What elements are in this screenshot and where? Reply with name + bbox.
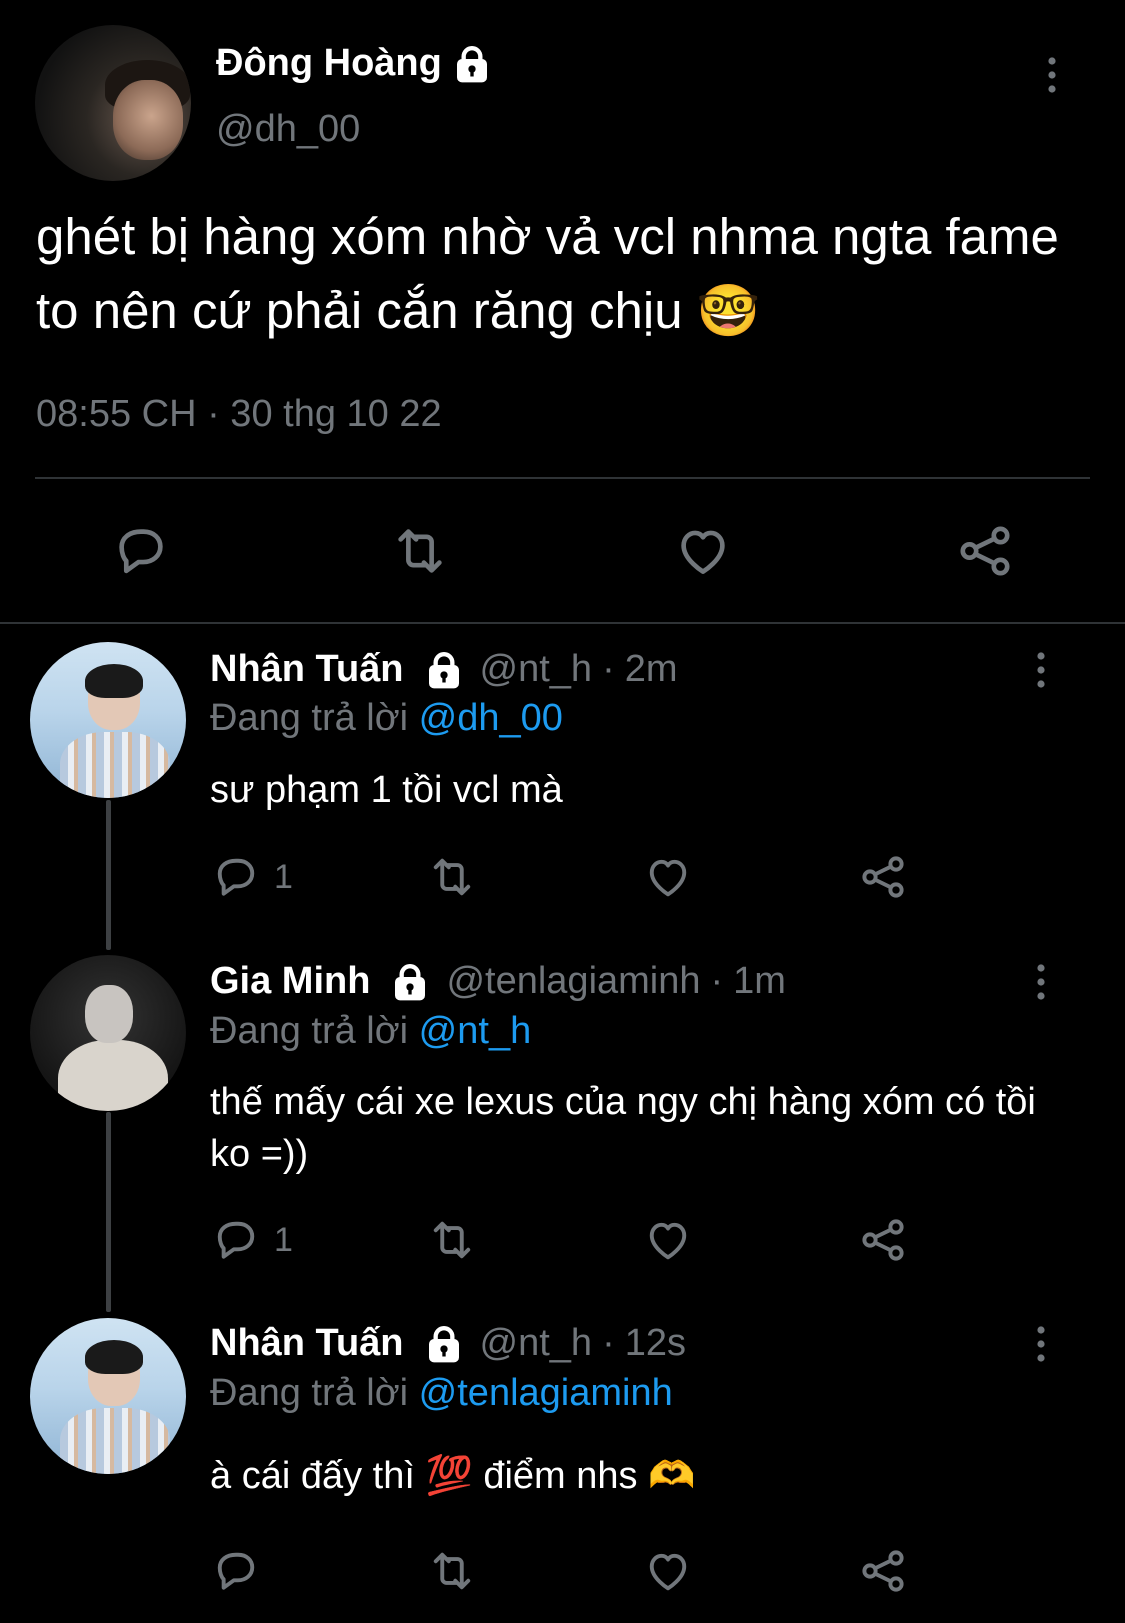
replying-to-link[interactable]: @dh_00	[419, 697, 563, 739]
timestamp[interactable]: 12s	[625, 1322, 686, 1365]
author-name-row: Đông Hoàng	[216, 42, 492, 85]
share-icon	[857, 1545, 909, 1597]
author-name[interactable]: Nhân Tuấn	[210, 648, 404, 691]
author-name[interactable]: Đông Hoàng	[216, 42, 442, 85]
share-button[interactable]	[857, 851, 909, 903]
reply-button[interactable]: 1	[210, 1214, 293, 1266]
reply-icon[interactable]	[110, 520, 172, 582]
tweet-text: ghét bị hàng xóm nhờ vả vcl nhma ngta fa…	[36, 208, 1059, 339]
retweet-icon[interactable]	[386, 520, 454, 582]
retweet-icon	[424, 851, 480, 903]
like-button[interactable]	[642, 1545, 694, 1597]
separator-dot: ·	[602, 648, 615, 690]
avatar[interactable]	[30, 642, 186, 798]
retweet-button[interactable]	[424, 1545, 480, 1597]
reply-text: sư phạm 1 tồi vcl mà	[210, 769, 563, 811]
like-icon	[642, 1545, 694, 1597]
retweet-icon	[424, 1545, 480, 1597]
avatar[interactable]	[35, 25, 191, 181]
thread-line	[106, 800, 111, 950]
author-name[interactable]: Gia Minh	[210, 960, 370, 1003]
like-icon[interactable]	[672, 520, 734, 582]
replying-to-link[interactable]: @tenlagiaminh	[419, 1372, 673, 1414]
like-icon	[642, 1214, 694, 1266]
replying-to-link[interactable]: @nt_h	[419, 1010, 532, 1052]
reply-count: 1	[274, 857, 293, 896]
author-handle[interactable]: @tenlagiaminh	[446, 960, 700, 1003]
lock-icon	[452, 44, 492, 84]
lock-icon	[424, 1324, 464, 1364]
replying-prefix: Đang trả lời	[210, 1010, 409, 1052]
replying-prefix: Đang trả lời	[210, 1372, 409, 1414]
like-button[interactable]	[642, 851, 694, 903]
avatar[interactable]	[30, 1318, 186, 1474]
lock-icon	[424, 650, 464, 690]
share-icon	[857, 1214, 909, 1266]
share-icon[interactable]	[954, 520, 1016, 582]
retweet-button[interactable]	[424, 851, 480, 903]
share-button[interactable]	[857, 1214, 909, 1266]
reply-text: à cái đấy thì 💯 điểm nhs 🫶	[210, 1455, 696, 1497]
replying-prefix: Đang trả lời	[210, 697, 409, 739]
reply-header: Nhân Tuấn @nt_h · 12s	[210, 1322, 686, 1365]
reply-count: 1	[274, 1220, 293, 1259]
more-icon[interactable]	[1035, 1324, 1047, 1364]
replying-to: Đang trả lời @tenlagiaminh	[210, 1372, 673, 1415]
reply-header: Gia Minh @tenlagiaminh · 1m	[210, 960, 786, 1003]
reply-button[interactable]	[210, 1545, 262, 1597]
author-handle[interactable]: @nt_h	[480, 648, 593, 691]
reply-icon	[210, 1545, 262, 1597]
thread-line	[106, 1112, 111, 1312]
main-tweet: Đông Hoàng @dh_00 ghét bị hàng xóm nhờ v…	[0, 0, 1125, 622]
retweet-icon	[424, 1214, 480, 1266]
reply-text: thế mấy cái xe lexus của ngy chị hàng xó…	[210, 1081, 1036, 1175]
avatar[interactable]	[30, 955, 186, 1111]
author-handle[interactable]: @nt_h	[480, 1322, 593, 1365]
replying-to: Đang trả lời @nt_h	[210, 1010, 531, 1053]
separator-dot: ·	[710, 960, 724, 1002]
timestamp[interactable]: 2m	[625, 648, 678, 691]
author-name[interactable]: Nhân Tuấn	[210, 1322, 404, 1365]
lock-icon	[390, 962, 430, 1002]
divider	[0, 622, 1125, 624]
reply-icon	[210, 851, 262, 903]
divider	[35, 477, 1090, 479]
share-icon	[857, 851, 909, 903]
reply-header: Nhân Tuấn @nt_h · 2m	[210, 648, 678, 691]
tweet-timestamp[interactable]: 08:55 CH · 30 thg 10 22	[36, 393, 442, 436]
like-icon	[642, 851, 694, 903]
more-icon[interactable]	[1046, 55, 1058, 95]
more-icon[interactable]	[1035, 962, 1047, 1002]
replying-to: Đang trả lời @dh_00	[210, 697, 563, 740]
reply-button[interactable]: 1	[210, 851, 293, 903]
share-button[interactable]	[857, 1545, 909, 1597]
more-icon[interactable]	[1035, 650, 1047, 690]
timestamp[interactable]: 1m	[733, 960, 786, 1003]
author-handle[interactable]: @dh_00	[216, 108, 360, 151]
like-button[interactable]	[642, 1214, 694, 1266]
retweet-button[interactable]	[424, 1214, 480, 1266]
reply-icon	[210, 1214, 262, 1266]
separator-dot: ·	[602, 1322, 615, 1364]
